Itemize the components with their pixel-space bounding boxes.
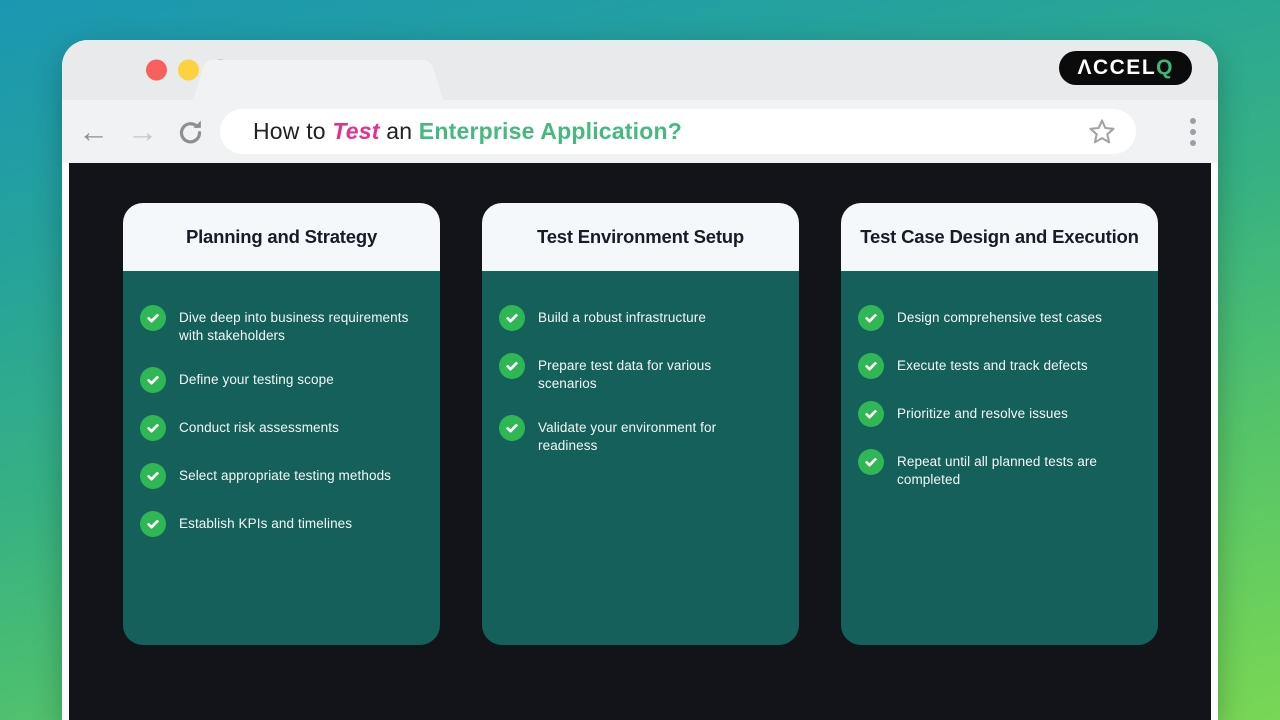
list-item-text: Conduct risk assessments — [179, 415, 339, 437]
list-item-text: Repeat until all planned tests are compl… — [897, 449, 1131, 489]
list-item-text: Define your testing scope — [179, 367, 334, 389]
check-icon — [499, 353, 525, 379]
list-item: Define your testing scope — [140, 367, 424, 393]
list-item-text: Establish KPIs and timelines — [179, 511, 352, 533]
card-title: Planning and Strategy — [186, 226, 377, 248]
list-item: Prioritize and resolve issues — [858, 401, 1142, 427]
bookmark-star-icon[interactable] — [1086, 116, 1118, 148]
card-header: Test Case Design and Execution — [841, 203, 1158, 271]
check-icon — [140, 511, 166, 537]
address-highlight-test: Test — [332, 118, 379, 144]
browser-tab[interactable] — [193, 60, 443, 100]
check-icon — [858, 401, 884, 427]
browser-titlebar: ΛCCELQ — [62, 40, 1218, 100]
card-header: Test Environment Setup — [482, 203, 799, 271]
check-icon — [499, 415, 525, 441]
list-item: Prepare test data for various scenarios — [499, 353, 783, 393]
address-highlight-enterprise: Enterprise Application? — [419, 118, 682, 144]
card-title: Test Case Design and Execution — [860, 226, 1138, 248]
list-item: Dive deep into business requirements wit… — [140, 305, 424, 345]
list-item: Repeat until all planned tests are compl… — [858, 449, 1142, 489]
check-icon — [140, 415, 166, 441]
list-item: Build a robust infrastructure — [499, 305, 783, 331]
list-item-text: Design comprehensive test cases — [897, 305, 1102, 327]
card-body: Dive deep into business requirements wit… — [123, 271, 440, 645]
card-test-environment-setup: Test Environment Setup Build a robust in… — [482, 203, 799, 645]
browser-menu-icon[interactable] — [1190, 118, 1196, 146]
address-bar[interactable]: How to Test an Enterprise Application? — [220, 109, 1136, 154]
list-item-text: Prioritize and resolve issues — [897, 401, 1068, 423]
card-body: Design comprehensive test cases Execute … — [841, 271, 1158, 645]
list-item: Establish KPIs and timelines — [140, 511, 424, 537]
accelq-logo-q: Q — [1156, 56, 1174, 80]
accelq-logo: ΛCCELQ — [1059, 51, 1192, 85]
check-icon — [858, 449, 884, 475]
back-icon[interactable]: ← — [78, 116, 109, 147]
card-body: Build a robust infrastructure Prepare te… — [482, 271, 799, 645]
check-icon — [858, 305, 884, 331]
card-header: Planning and Strategy — [123, 203, 440, 271]
reload-icon[interactable] — [175, 116, 206, 147]
list-item: Execute tests and track defects — [858, 353, 1142, 379]
check-icon — [499, 305, 525, 331]
list-item: Select appropriate testing methods — [140, 463, 424, 489]
page-content: Planning and Strategy Dive deep into bus… — [69, 163, 1211, 720]
address-text: How to Test an Enterprise Application? — [253, 118, 682, 145]
cards-row: Planning and Strategy Dive deep into bus… — [123, 203, 1158, 645]
forward-icon[interactable]: → — [127, 116, 158, 147]
check-icon — [858, 353, 884, 379]
list-item: Conduct risk assessments — [140, 415, 424, 441]
card-title: Test Environment Setup — [537, 226, 744, 248]
list-item: Design comprehensive test cases — [858, 305, 1142, 331]
browser-window: ΛCCELQ ← → How to Test an Enterprise App… — [62, 40, 1218, 720]
browser-toolbar: ← → How to Test an Enterprise Applicatio… — [62, 100, 1218, 163]
accelq-logo-text: ΛCCEL — [1077, 56, 1156, 80]
close-window-icon[interactable] — [146, 60, 167, 81]
check-icon — [140, 463, 166, 489]
list-item-text: Prepare test data for various scenarios — [538, 353, 772, 393]
page-background: ΛCCELQ ← → How to Test an Enterprise App… — [0, 0, 1280, 720]
check-icon — [140, 305, 166, 331]
list-item-text: Execute tests and track defects — [897, 353, 1088, 375]
list-item-text: Validate your environment for readiness — [538, 415, 772, 455]
list-item-text: Build a robust infrastructure — [538, 305, 706, 327]
list-item-text: Dive deep into business requirements wit… — [179, 305, 413, 345]
list-item: Validate your environment for readiness — [499, 415, 783, 455]
card-planning-and-strategy: Planning and Strategy Dive deep into bus… — [123, 203, 440, 645]
card-test-case-design-and-execution: Test Case Design and Execution Design co… — [841, 203, 1158, 645]
list-item-text: Select appropriate testing methods — [179, 463, 391, 485]
check-icon — [140, 367, 166, 393]
